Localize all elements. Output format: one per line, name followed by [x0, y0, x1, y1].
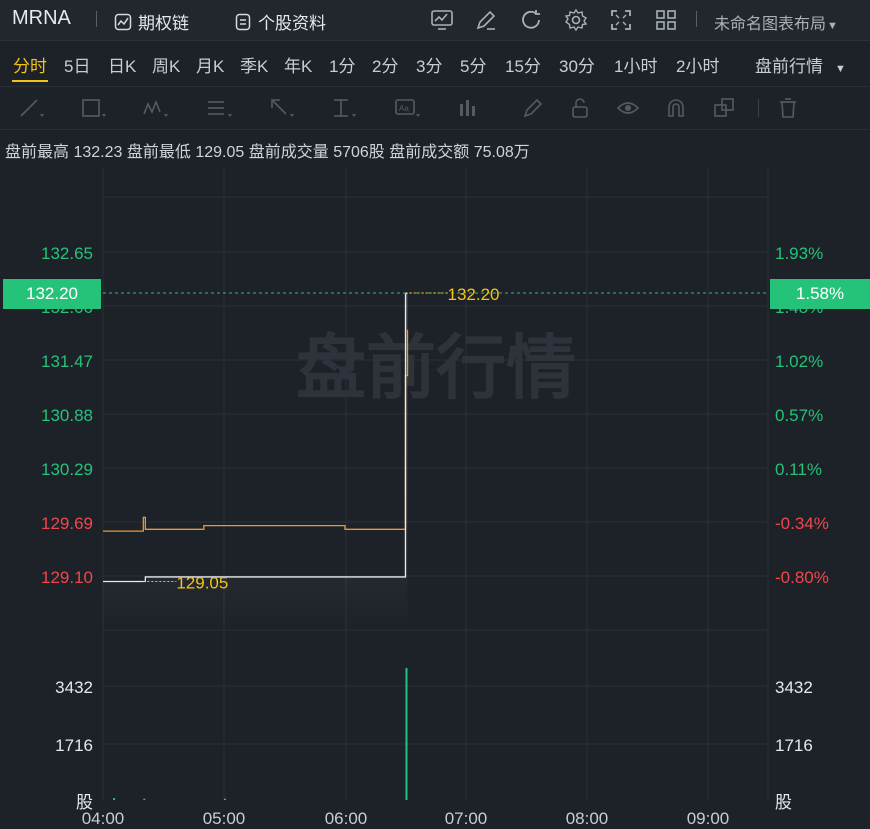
percent-tick-label: 1.02% — [775, 352, 823, 371]
tab-period-13[interactable]: 1小时 — [614, 52, 657, 77]
tab-period-0[interactable]: 分时 — [13, 52, 47, 77]
current-pct-badge: 1.58% — [770, 279, 870, 309]
settings-icon[interactable] — [564, 8, 588, 32]
volume-bar — [224, 798, 226, 800]
stock-profile-label: 个股资料 — [258, 14, 326, 33]
volume-unit-label: 股 — [775, 793, 792, 812]
tab-period-10[interactable]: 5分 — [460, 52, 486, 77]
time-tick-label: 08:00 — [566, 809, 609, 828]
high-marker-label: 132.20 — [448, 285, 500, 304]
current-price-badge: 132.20 — [3, 279, 101, 309]
top-bar: MRNA 期权链 个股资料 未命名图表布局▼ — [0, 0, 870, 41]
volume-tick-label: 3432 — [55, 678, 93, 697]
volume-bar — [405, 667, 408, 800]
low-value: 129.05 — [195, 144, 245, 161]
magnet-icon[interactable] — [664, 96, 690, 120]
volume-tick-label: 1716 — [775, 736, 813, 755]
refresh-icon[interactable] — [519, 8, 543, 32]
price-tick-label: 129.69 — [41, 514, 93, 533]
tab-period-7[interactable]: 1分 — [329, 52, 355, 77]
time-tick-label: 06:00 — [325, 809, 368, 828]
measure-icon[interactable] — [330, 96, 356, 120]
percent-tick-label: 0.57% — [775, 406, 823, 425]
bar-tool-icon[interactable] — [456, 96, 482, 120]
divider — [758, 99, 759, 117]
caret-down-icon: ▼ — [827, 20, 838, 32]
percent-tick-label: 0.11% — [775, 460, 822, 479]
wave-icon[interactable] — [142, 96, 168, 120]
price-tick-label: 132.65 — [41, 244, 93, 263]
eye-icon[interactable] — [616, 96, 642, 120]
volume-bar — [143, 798, 146, 800]
tab-period-6[interactable]: 年K — [284, 52, 312, 77]
volume-tick-label: 3432 — [775, 678, 813, 697]
tab-period-2[interactable]: 日K — [108, 52, 136, 77]
svg-text:Aa: Aa — [399, 104, 409, 113]
tab-period-3[interactable]: 周K — [152, 52, 180, 77]
high-label: 盘前最高 — [5, 144, 70, 161]
tab-period-4[interactable]: 月K — [196, 52, 224, 77]
premarket-stats: 盘前最高 132.23 盘前最低 129.05 盘前成交量 5706股 盘前成交… — [5, 138, 530, 162]
price-tick-label: 130.29 — [41, 460, 93, 479]
grid-layout-icon[interactable] — [654, 8, 678, 32]
price-tick-label: 130.88 — [41, 406, 93, 425]
chart-grid — [102, 168, 769, 800]
price-chart[interactable]: 盘前行情 132.20129.05 132.65132.06131.47130.… — [0, 168, 870, 829]
chart-doc-icon — [114, 13, 132, 30]
fullscreen-icon[interactable] — [609, 8, 633, 32]
volume-value: 5706股 — [333, 144, 385, 161]
document-icon — [235, 13, 251, 30]
session-label: 盘前行情 — [755, 57, 823, 76]
fib-icon[interactable] — [206, 96, 232, 120]
period-tabs: 分时 5日 日K 周K 月K 季K 年K 1分 2分 3分 5分 15分 30分… — [0, 41, 870, 85]
tab-period-12[interactable]: 30分 — [559, 52, 595, 77]
amount-label: 盘前成交额 — [389, 144, 470, 161]
percent-tick-label: 1.93% — [775, 244, 823, 263]
ticker-symbol[interactable]: MRNA — [12, 7, 71, 30]
active-tab-indicator — [12, 80, 48, 82]
volume-label: 盘前成交量 — [248, 144, 329, 161]
tab-period-8[interactable]: 2分 — [372, 52, 398, 77]
tab-period-9[interactable]: 3分 — [416, 52, 442, 77]
trend-line-icon[interactable] — [18, 96, 44, 120]
time-tick-label: 04:00 — [82, 809, 125, 828]
low-marker-label: 129.05 — [176, 573, 228, 592]
price-tick-label: 131.47 — [41, 352, 93, 371]
tab-period-14[interactable]: 2小时 — [676, 52, 719, 77]
volume-bar — [113, 798, 116, 800]
tab-period-5[interactable]: 季K — [240, 52, 268, 77]
time-tick-label: 05:00 — [203, 809, 246, 828]
low-label: 盘前最低 — [126, 144, 191, 161]
caret-down-icon: ▼ — [835, 63, 846, 75]
pen-icon[interactable] — [520, 96, 546, 120]
text-tool-icon[interactable]: Aa — [394, 96, 420, 120]
amount-value: 75.08万 — [473, 144, 530, 161]
layout-name-label: 未命名图表布局 — [714, 16, 827, 33]
trash-icon[interactable] — [776, 96, 802, 120]
lock-icon[interactable] — [568, 96, 594, 120]
drawing-toolbar: Aa — [0, 86, 870, 130]
options-chain-link[interactable]: 期权链 — [114, 9, 189, 34]
price-tick-label: 129.10 — [41, 568, 93, 587]
arrow-icon[interactable] — [268, 96, 294, 120]
options-chain-label: 期权链 — [138, 14, 189, 33]
time-tick-label: 07:00 — [445, 809, 488, 828]
session-selector[interactable]: 盘前行情 ▼ — [755, 52, 846, 77]
percent-tick-label: -0.80% — [775, 568, 829, 587]
indicator-icon[interactable] — [430, 8, 454, 32]
divider — [96, 11, 97, 27]
tab-period-1[interactable]: 5日 — [64, 52, 90, 77]
layers-icon[interactable] — [712, 96, 738, 120]
stock-profile-link[interactable]: 个股资料 — [234, 9, 326, 34]
layout-selector[interactable]: 未命名图表布局▼ — [714, 10, 838, 34]
draw-icon[interactable] — [474, 8, 498, 32]
volume-tick-label: 1716 — [55, 736, 93, 755]
divider — [696, 11, 697, 27]
tab-period-11[interactable]: 15分 — [505, 52, 541, 77]
high-value: 132.23 — [73, 144, 123, 161]
watermark: 盘前行情 — [296, 329, 576, 407]
time-tick-label: 09:00 — [687, 809, 730, 828]
percent-tick-label: -0.34% — [775, 514, 829, 533]
rectangle-icon[interactable] — [80, 96, 106, 120]
